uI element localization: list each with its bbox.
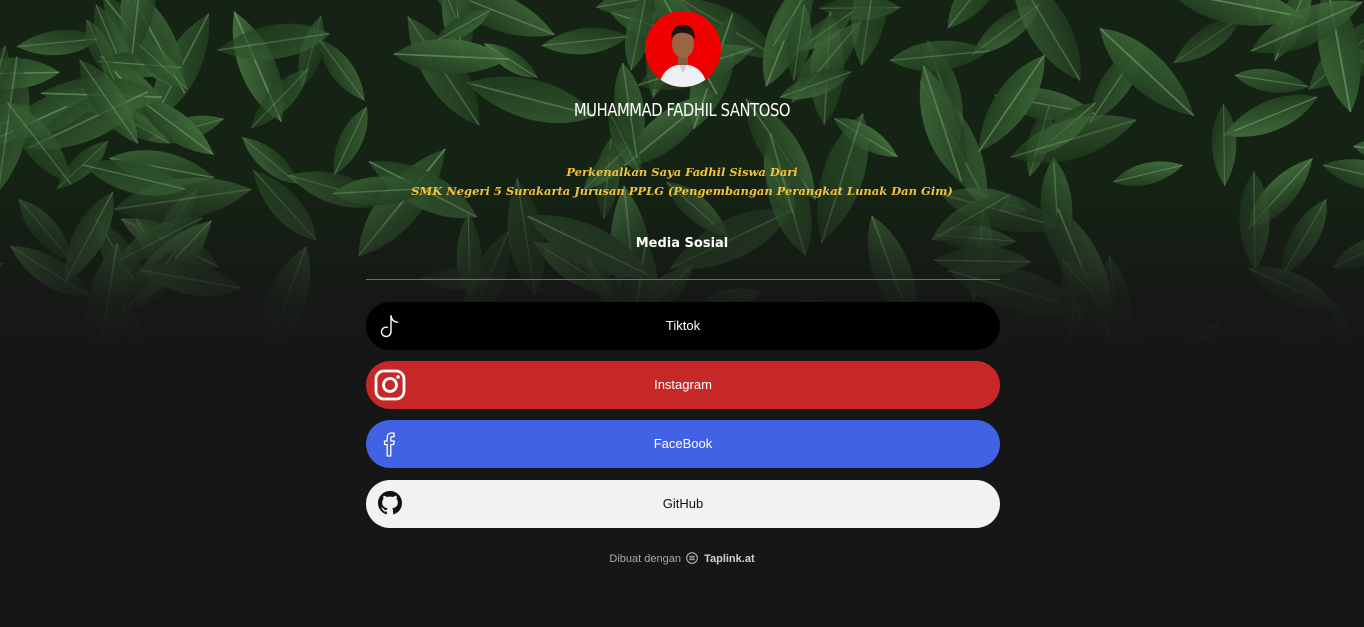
instagram-link-button[interactable]: Instagram (366, 361, 1000, 409)
github-label: GitHub (662, 496, 704, 511)
bio-line-2: SMK Negeri 5 Surakarta Jurusan PPLG (Pen… (411, 184, 953, 198)
bio-line-1: Perkenalkan Saya Fadhil Siswa Dari (566, 165, 798, 179)
avatar-photo (645, 11, 721, 87)
tiktok-link-button[interactable]: Tiktok (366, 302, 1000, 350)
section-title: Media Sosial (635, 236, 729, 251)
profile-avatar (645, 11, 721, 87)
divider (366, 279, 1000, 280)
footer-prefix: Dibuat dengan (609, 553, 681, 565)
facebook-label: FaceBook (653, 436, 713, 451)
instagram-label: Instagram (654, 377, 712, 392)
github-link-button[interactable]: GitHub (366, 480, 1000, 528)
tiktok-label: Tiktok (665, 318, 701, 333)
facebook-link-button[interactable]: FaceBook (366, 420, 1000, 468)
taplink-brand-link[interactable]: Taplink.at (704, 553, 755, 565)
footer: Dibuat dengan Taplink.at (0, 552, 1364, 565)
profile-name: MUHAMMAD FADHIL SANTOSO (573, 100, 791, 121)
profile-bio: Perkenalkan Saya Fadhil Siswa Dari SMK N… (0, 163, 1364, 201)
page: MUHAMMAD FADHIL SANTOSO Perkenalkan Saya… (0, 0, 1364, 627)
taplink-logo-icon (686, 552, 698, 564)
